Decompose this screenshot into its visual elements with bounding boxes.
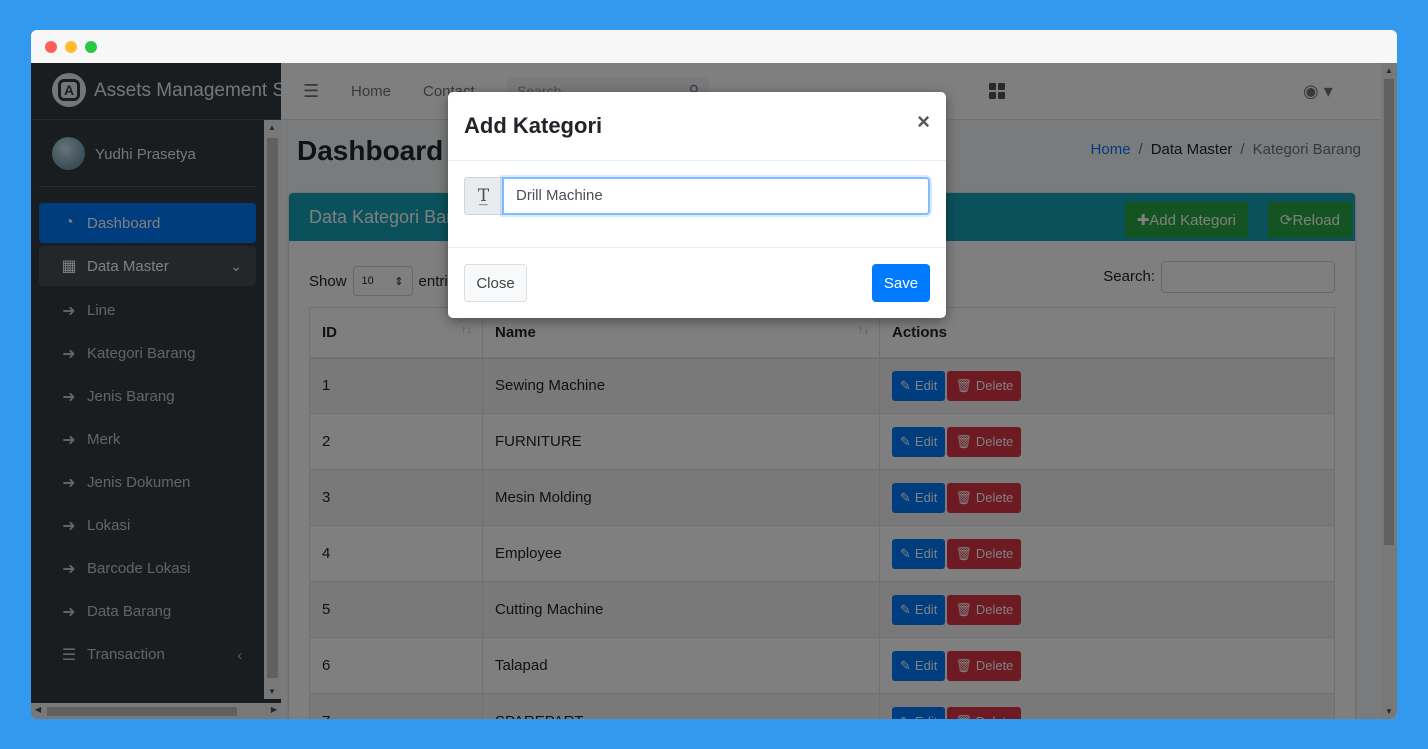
save-button[interactable]: Save <box>872 264 930 302</box>
add-kategori-modal: Add Kategori × T̲ Drill Machine Close Sa… <box>448 92 946 318</box>
modal-footer: Close Save <box>448 247 946 318</box>
text-format-icon: T̲ <box>464 177 502 215</box>
kategori-name-input[interactable]: Drill Machine <box>502 177 930 215</box>
minimize-window-dot[interactable] <box>65 41 77 53</box>
close-window-dot[interactable] <box>45 41 57 53</box>
app: A Assets Management Sys Yudhi Prasetya ◔… <box>31 63 1397 719</box>
modal-title: Add Kategori <box>464 113 603 138</box>
browser-window: A Assets Management Sys Yudhi Prasetya ◔… <box>31 30 1397 719</box>
modal-header: Add Kategori × <box>448 92 946 161</box>
window-titlebar <box>31 30 1397 63</box>
close-button[interactable]: Close <box>464 264 527 302</box>
maximize-window-dot[interactable] <box>85 41 97 53</box>
kategori-input-group: T̲ Drill Machine <box>464 177 930 215</box>
close-icon[interactable]: × <box>917 109 930 135</box>
